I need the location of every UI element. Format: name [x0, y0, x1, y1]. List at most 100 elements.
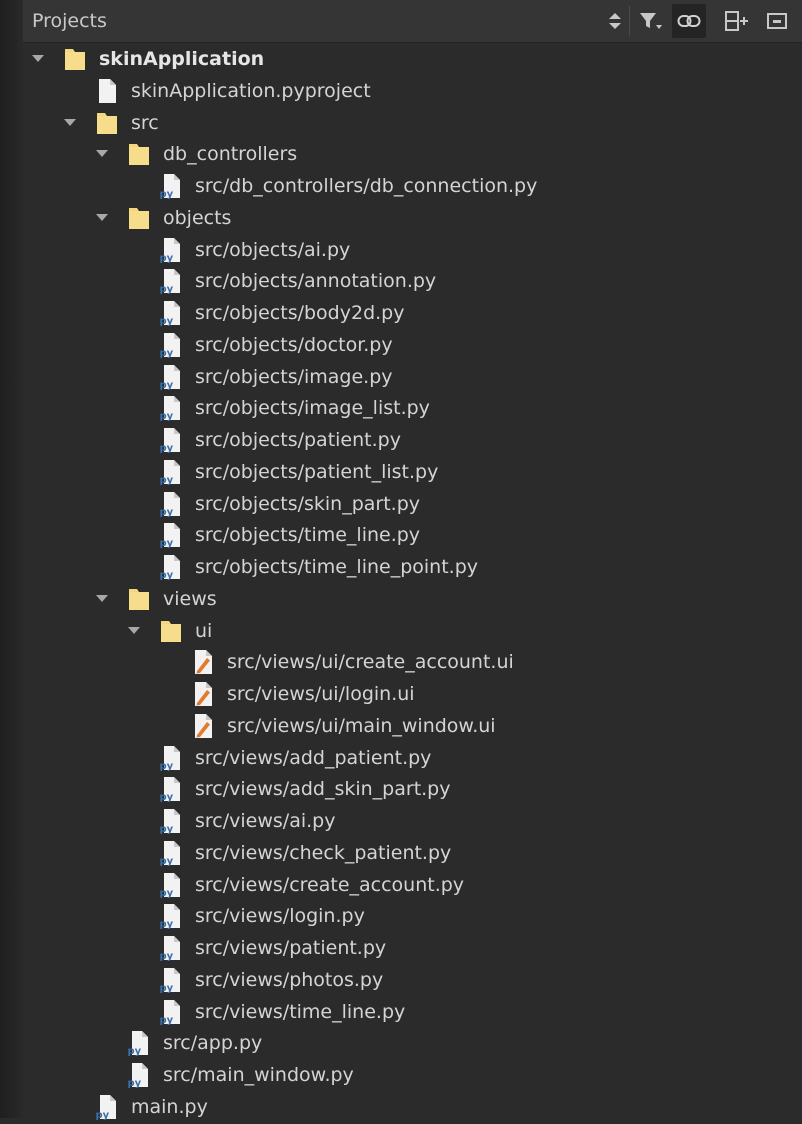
close-panel-icon	[767, 13, 787, 29]
svg-text:py: py	[160, 919, 174, 929]
folder-icon	[159, 618, 183, 644]
expand-arrow-icon[interactable]	[96, 150, 108, 158]
tree-file-row[interactable]: py src/views/patient.py	[23, 932, 802, 964]
tree-item-label: src/views/patient.py	[195, 937, 387, 959]
close-panel-button[interactable]	[760, 4, 794, 38]
tree-item-label: src/objects/doctor.py	[195, 333, 393, 356]
ui-file-icon	[191, 713, 215, 739]
tree-file-row[interactable]: py src/views/login.py	[23, 900, 802, 932]
tree-folder-row[interactable]: objects	[23, 202, 802, 234]
tree-item-label: db_controllers	[163, 143, 298, 166]
tree-file-row[interactable]: py src/views/time_line.py	[23, 996, 802, 1028]
tree-file-row[interactable]: src/views/ui/main_window.ui	[23, 710, 802, 742]
svg-text:py: py	[160, 824, 174, 834]
python-file-icon: py	[159, 459, 183, 486]
sync-link-button[interactable]	[672, 4, 706, 38]
svg-text:py: py	[160, 253, 174, 263]
python-file-icon: py	[159, 872, 183, 899]
svg-text:py: py	[96, 1110, 110, 1120]
python-file-icon: py	[159, 395, 183, 422]
tree-file-row[interactable]: py src/objects/body2d.py	[23, 297, 802, 329]
tree-file-row[interactable]: py src/objects/ai.py	[23, 234, 802, 266]
filter-button[interactable]	[634, 4, 668, 38]
tree-file-row[interactable]: py src/objects/patient_list.py	[23, 456, 802, 488]
tree-file-row[interactable]: py src/objects/patient.py	[23, 424, 802, 456]
svg-text:py: py	[160, 189, 174, 199]
tree-file-row[interactable]: py src/views/photos.py	[23, 964, 802, 996]
tree-item-label: src/views/ai.py	[195, 810, 336, 832]
tree-item-label: src/objects/ai.py	[195, 238, 351, 261]
tree-file-row[interactable]: py src/objects/time_line_point.py	[23, 551, 802, 583]
tree-file-row[interactable]: py src/objects/image.py	[23, 361, 802, 393]
python-file-icon: py	[95, 1094, 119, 1121]
expand-arrow-icon[interactable]	[128, 626, 140, 634]
tree-folder-row[interactable]: db_controllers	[23, 138, 802, 170]
tree-item-label: src/views/ui/login.ui	[227, 683, 415, 705]
tree-file-row[interactable]: py src/views/ai.py	[23, 805, 802, 837]
python-file-icon: py	[159, 776, 183, 803]
tree-item-label: src/objects/image_list.py	[195, 397, 430, 420]
tree-file-row[interactable]: py src/objects/time_line.py	[23, 519, 802, 551]
tree-file-row[interactable]: py src/objects/image_list.py	[23, 392, 802, 424]
tree-item-label: views	[163, 587, 217, 610]
split-add-icon	[725, 11, 748, 31]
tree-item-label: ui	[195, 619, 213, 642]
python-file-icon: py	[159, 903, 183, 930]
tree-item-label: src/views/ui/create_account.ui	[227, 651, 514, 674]
svg-text:py: py	[128, 1046, 142, 1056]
tree-file-row[interactable]: py src/views/create_account.py	[23, 869, 802, 901]
tree-item-label: src/objects/patient.py	[195, 429, 401, 451]
tree-file-row[interactable]: skinApplication.pyproject	[23, 75, 802, 107]
tree-file-row[interactable]: src/views/ui/login.ui	[23, 678, 802, 710]
tree-item-label: src/views/add_patient.py	[195, 746, 432, 769]
tree-item-label: src/objects/skin_part.py	[195, 492, 421, 515]
svg-text:py: py	[160, 983, 174, 993]
tree-folder-row[interactable]: skinApplication	[23, 43, 802, 75]
sort-button[interactable]	[598, 4, 632, 38]
svg-text:py: py	[160, 761, 174, 771]
python-file-icon: py	[159, 491, 183, 518]
tree-folder-row[interactable]: src	[23, 107, 802, 139]
python-file-icon: py	[159, 967, 183, 994]
tree-item-label: skinApplication.pyproject	[131, 79, 371, 102]
folder-icon	[127, 205, 151, 231]
svg-text:py: py	[160, 507, 174, 517]
python-file-icon: py	[159, 173, 183, 200]
tree-item-label: src/views/create_account.py	[195, 873, 465, 896]
python-file-icon: py	[159, 999, 183, 1026]
tree-folder-row[interactable]: ui	[23, 615, 802, 647]
expand-arrow-icon[interactable]	[96, 594, 108, 602]
split-button[interactable]	[720, 4, 754, 38]
tree-file-row[interactable]: src/views/ui/create_account.ui	[23, 646, 802, 678]
tree-file-row[interactable]: py src/views/add_skin_part.py	[23, 773, 802, 805]
tree-item-label: src/main_window.py	[163, 1064, 354, 1086]
tree-file-row[interactable]: py src/db_controllers/db_connection.py	[23, 170, 802, 202]
folder-icon	[95, 110, 119, 136]
python-file-icon: py	[159, 300, 183, 327]
tree-file-row[interactable]: py src/main_window.py	[23, 1059, 802, 1091]
svg-text:py: py	[160, 570, 174, 580]
python-file-icon: py	[159, 522, 183, 549]
folder-icon	[127, 586, 151, 612]
svg-text:py: py	[160, 475, 174, 485]
tree-item-label: src/views/login.py	[195, 905, 365, 928]
tree-file-row[interactable]: py src/views/add_patient.py	[23, 742, 802, 774]
python-file-icon: py	[159, 364, 183, 391]
tree-file-row[interactable]: py src/objects/skin_part.py	[23, 488, 802, 520]
tree-file-row[interactable]: py src/views/check_patient.py	[23, 837, 802, 869]
python-file-icon: py	[159, 268, 183, 295]
file-icon	[95, 78, 119, 104]
svg-text:py: py	[160, 792, 174, 802]
tree-file-row[interactable]: py src/objects/annotation.py	[23, 265, 802, 297]
tree-item-label: src/views/photos.py	[195, 968, 384, 991]
expand-arrow-icon[interactable]	[96, 213, 108, 221]
tree-file-row[interactable]: py src/objects/doctor.py	[23, 329, 802, 361]
expand-arrow-icon[interactable]	[64, 118, 76, 126]
expand-arrow-icon[interactable]	[32, 55, 44, 62]
tree-file-row[interactable]: py src/app.py	[23, 1027, 802, 1059]
svg-text:py: py	[160, 538, 174, 548]
tree-folder-row[interactable]: views	[23, 583, 802, 615]
svg-text:py: py	[160, 380, 174, 390]
tree-item-label: main.py	[131, 1095, 208, 1118]
header-separator	[629, 6, 630, 36]
